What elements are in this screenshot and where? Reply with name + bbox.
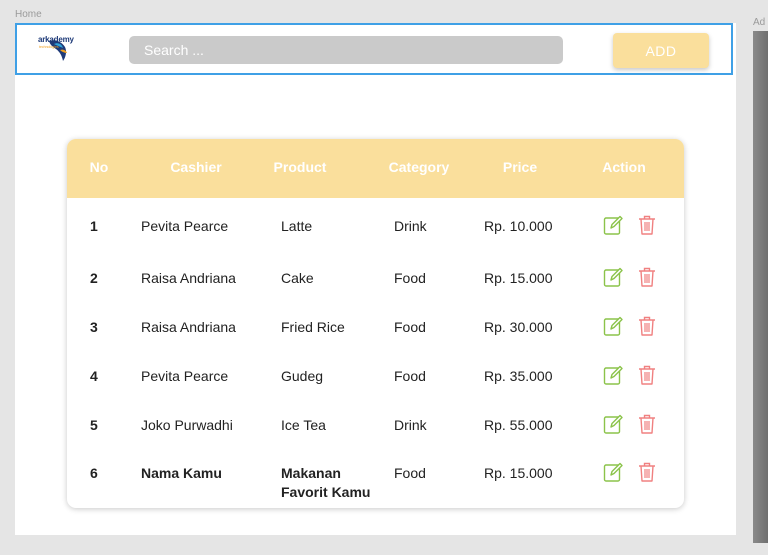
row-price: Rp. 10.000 [484, 218, 553, 234]
row-cashier: Raisa Andriana [141, 319, 236, 335]
row-category: Food [394, 319, 426, 335]
column-header-cashier: Cashier [170, 159, 222, 175]
row-price: Rp. 15.000 [484, 465, 553, 481]
table-row: 3 Raisa Andriana Fried Rice Food Rp. 30.… [67, 315, 684, 358]
row-no: 6 [90, 465, 98, 481]
row-cashier: Raisa Andriana [141, 270, 236, 286]
column-header-no: No [89, 159, 109, 175]
column-header-category: Category [388, 159, 450, 175]
row-product-line1: Makanan [281, 465, 341, 481]
edit-icon[interactable] [603, 461, 623, 483]
logo-wordmark: arkademy [38, 35, 74, 44]
frame-label-adjacent: Ad [753, 17, 766, 28]
trash-icon[interactable] [637, 214, 657, 236]
trash-icon[interactable] [637, 315, 657, 337]
row-category: Food [394, 465, 426, 481]
row-price: Rp. 35.000 [484, 368, 553, 384]
row-category: Food [394, 368, 426, 384]
row-product: Cake [281, 270, 314, 286]
table-header: No Cashier Product Category Price Action [67, 139, 684, 198]
row-no: 2 [90, 270, 98, 286]
row-no: 1 [90, 218, 98, 234]
edit-icon[interactable] [603, 413, 623, 435]
logo-tagline: technologies [39, 45, 59, 49]
column-header-action: Action [602, 159, 646, 175]
table-row: 4 Pevita Pearce Gudeg Food Rp. 35.000 [67, 364, 684, 407]
row-category: Drink [394, 218, 427, 234]
row-cashier: Joko Purwadhi [141, 417, 233, 433]
row-cashier: Nama Kamu [141, 465, 222, 481]
row-category: Drink [394, 417, 427, 433]
table-row: 6 Nama Kamu Makanan Favorit Kamu Food Rp.… [67, 461, 684, 504]
row-cashier: Pevita Pearce [141, 368, 229, 384]
edit-icon[interactable] [603, 315, 623, 337]
row-no: 3 [90, 319, 98, 335]
edit-icon[interactable] [603, 364, 623, 386]
adjacent-frame-preview [753, 31, 768, 543]
search-input[interactable] [129, 36, 563, 64]
edit-icon[interactable] [603, 214, 623, 236]
app-header: arkademy technologies ADD [15, 23, 733, 75]
row-no: 5 [90, 417, 98, 433]
row-price: Rp. 15.000 [484, 270, 553, 286]
row-product: Ice Tea [281, 417, 326, 433]
add-button[interactable]: ADD [613, 33, 709, 68]
trash-icon[interactable] [637, 364, 657, 386]
row-product-line2: Favorit Kamu [281, 484, 371, 500]
row-cashier: Pevita Pearce [141, 218, 229, 234]
row-price: Rp. 55.000 [484, 417, 553, 433]
row-no: 4 [90, 368, 98, 384]
trash-icon[interactable] [637, 461, 657, 483]
column-header-product: Product [273, 159, 327, 175]
edit-icon[interactable] [603, 266, 623, 288]
table-row: 2 Raisa Andriana Cake Food Rp. 15.000 [67, 266, 684, 309]
row-product: Fried Rice [281, 319, 345, 335]
row-product: Gudeg [281, 368, 324, 384]
row-price: Rp. 30.000 [484, 319, 553, 335]
trash-icon[interactable] [637, 266, 657, 288]
table-row: 5 Joko Purwadhi Ice Tea Drink Rp. 55.000 [67, 413, 684, 456]
row-category: Food [394, 270, 426, 286]
row-product: Makanan Favorit Kamu [281, 464, 370, 502]
row-product: Latte [281, 218, 313, 234]
table-row: 1 Pevita Pearce Latte Drink Rp. 10.000 [67, 214, 684, 257]
column-header-price: Price [502, 159, 538, 175]
trash-icon[interactable] [637, 413, 657, 435]
frame-label-home: Home [15, 9, 42, 20]
transactions-table: No Cashier Product Category Price Action… [67, 139, 684, 508]
